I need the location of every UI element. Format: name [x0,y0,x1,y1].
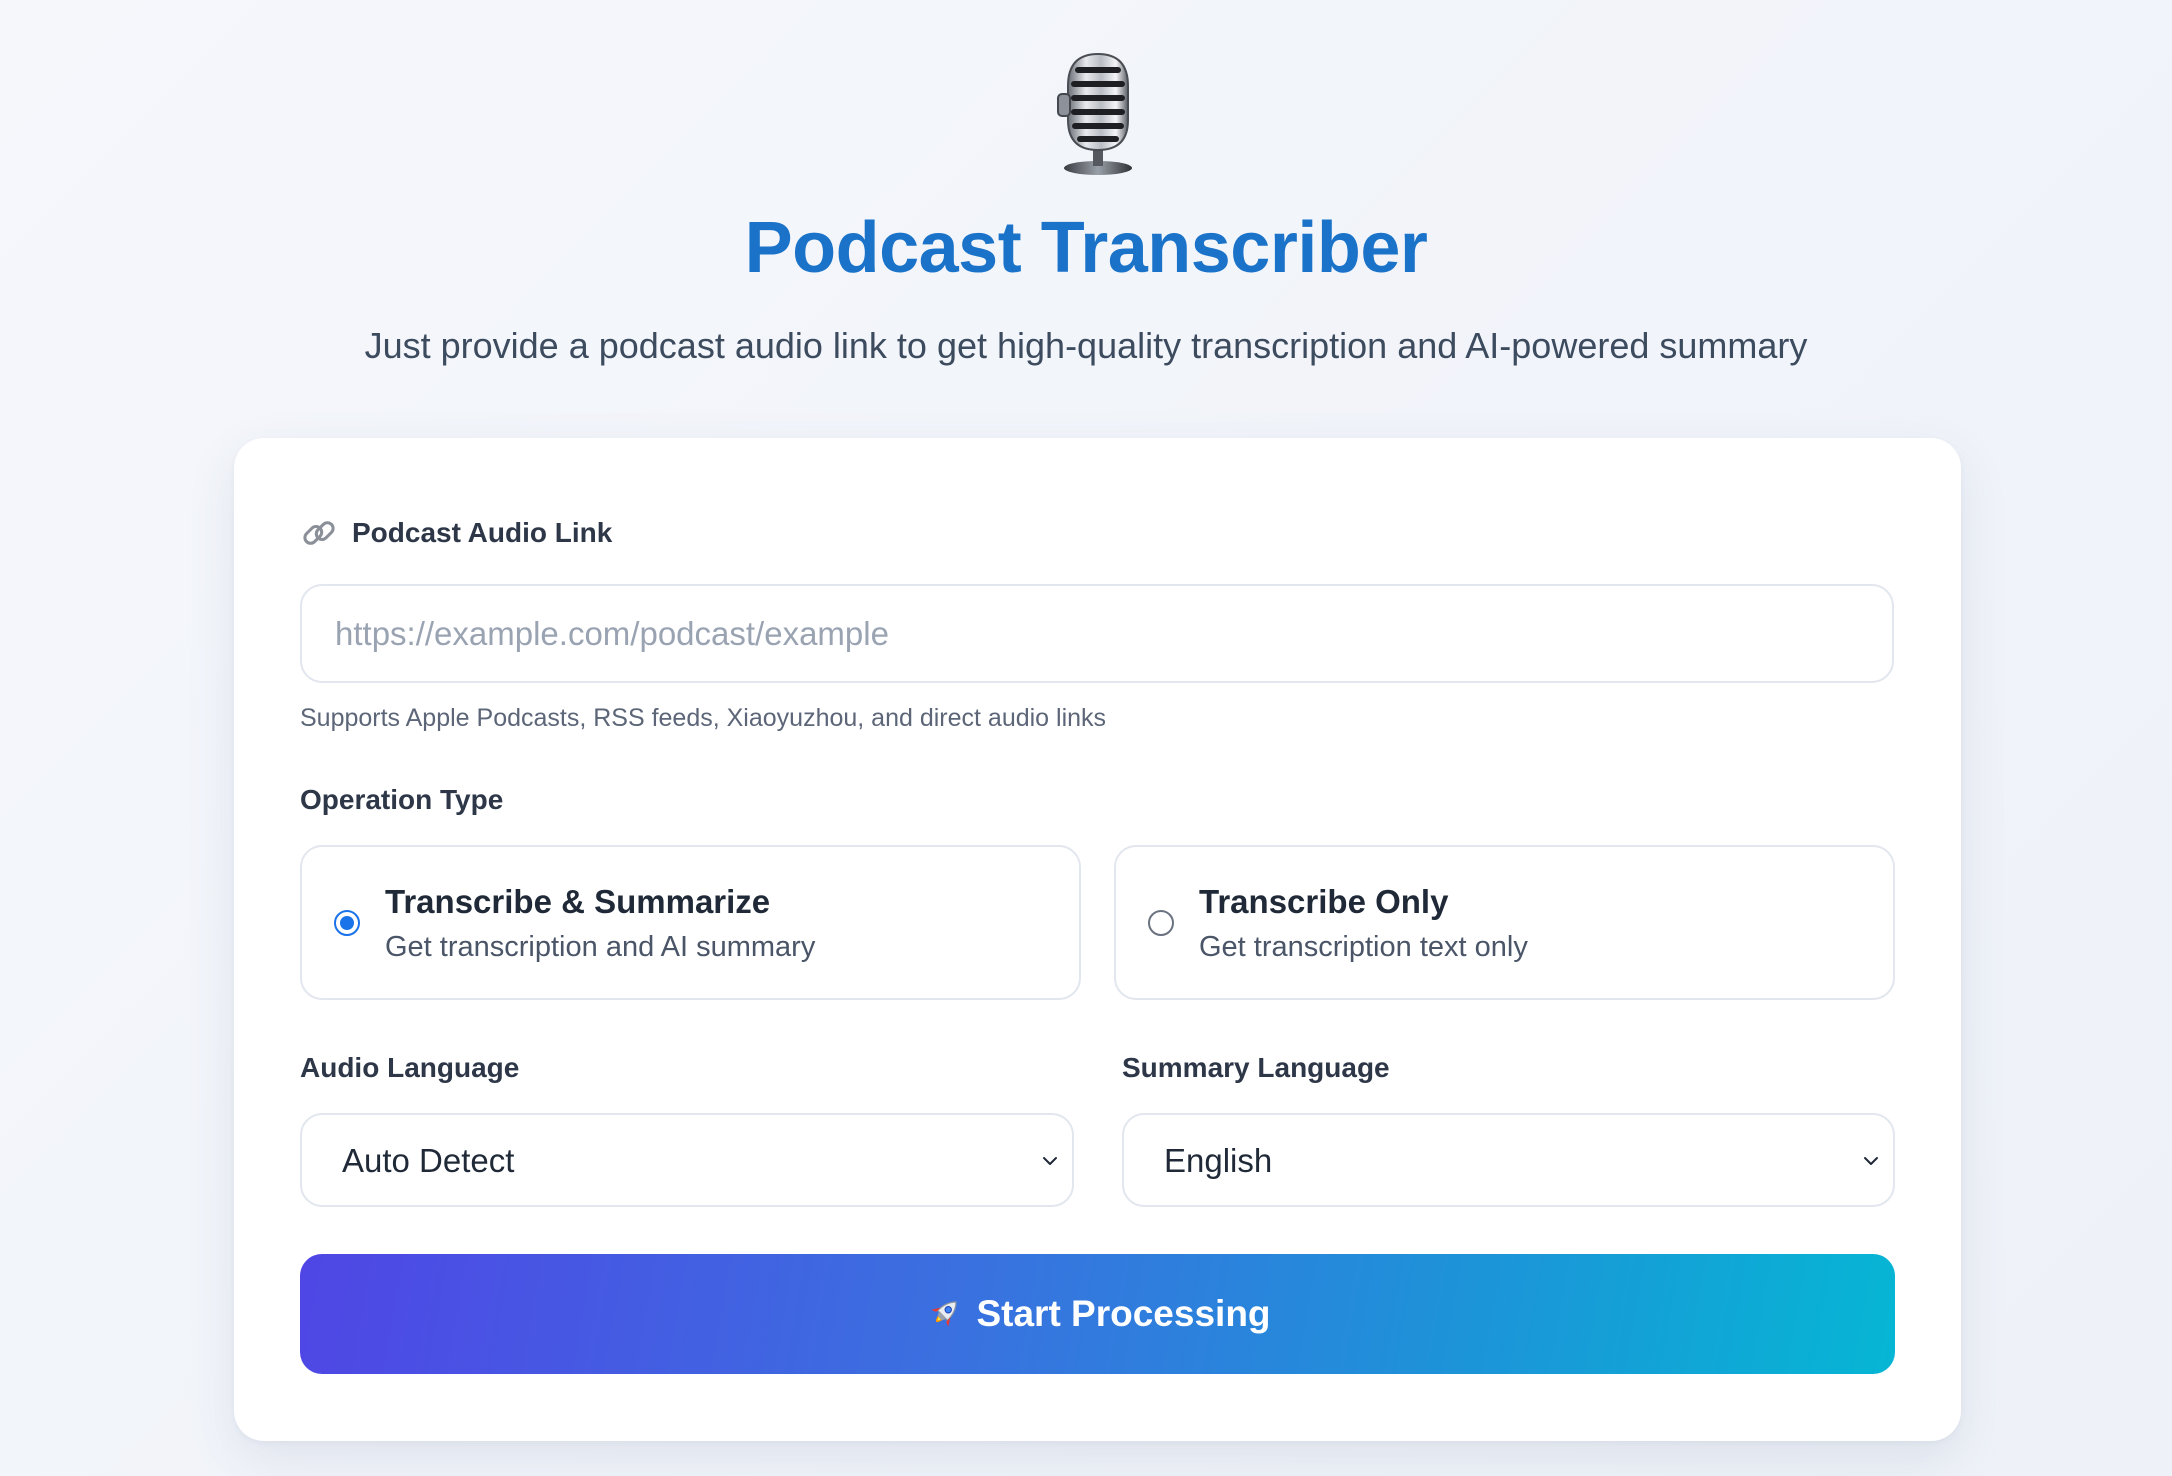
radio-transcribe-summarize[interactable] [334,910,360,936]
summary-language-value: English [1164,1142,1273,1179]
studio-microphone-icon [1057,52,1132,175]
start-processing-button[interactable]: Start Processing [300,1254,1895,1374]
option-transcribe-summarize[interactable]: Transcribe & Summarize Get transcription… [300,845,1081,1000]
supported-sources-help: Supports Apple Podcasts, RSS feeds, Xiao… [300,704,1107,732]
option-title: Transcribe Only [1199,883,1449,920]
audio-language-label: Audio Language [300,1052,520,1083]
operation-type-label: Operation Type [300,784,504,815]
transcribe-form-card: Podcast Audio Link Supports Apple Podcas… [234,438,1961,1441]
chevron-down-icon [1864,1157,1878,1165]
audio-language-select[interactable]: Auto Detect [300,1113,1074,1207]
page-subtitle: Just provide a podcast audio link to get… [364,325,1808,366]
option-description: Get transcription text only [1199,931,1528,963]
podcast-link-label: Podcast Audio Link [300,514,612,552]
link-icon [303,521,335,545]
chevron-down-icon [1043,1157,1057,1165]
option-transcribe-only[interactable]: Transcribe Only Get transcription text o… [1114,845,1895,1000]
summary-language-select[interactable]: English [1122,1113,1895,1207]
rocket-icon [931,1301,958,1327]
start-processing-label: Start Processing [976,1293,1271,1334]
page-title: Podcast Transcriber [744,208,1428,288]
summary-language-label: Summary Language [1122,1052,1390,1083]
option-description: Get transcription and AI summary [385,931,816,963]
podcast-link-label-text: Podcast Audio Link [352,517,613,548]
podcast-url-input[interactable] [300,584,1894,683]
audio-language-value: Auto Detect [342,1142,515,1179]
option-title: Transcribe & Summarize [385,883,771,920]
radio-transcribe-only[interactable] [1148,910,1174,936]
